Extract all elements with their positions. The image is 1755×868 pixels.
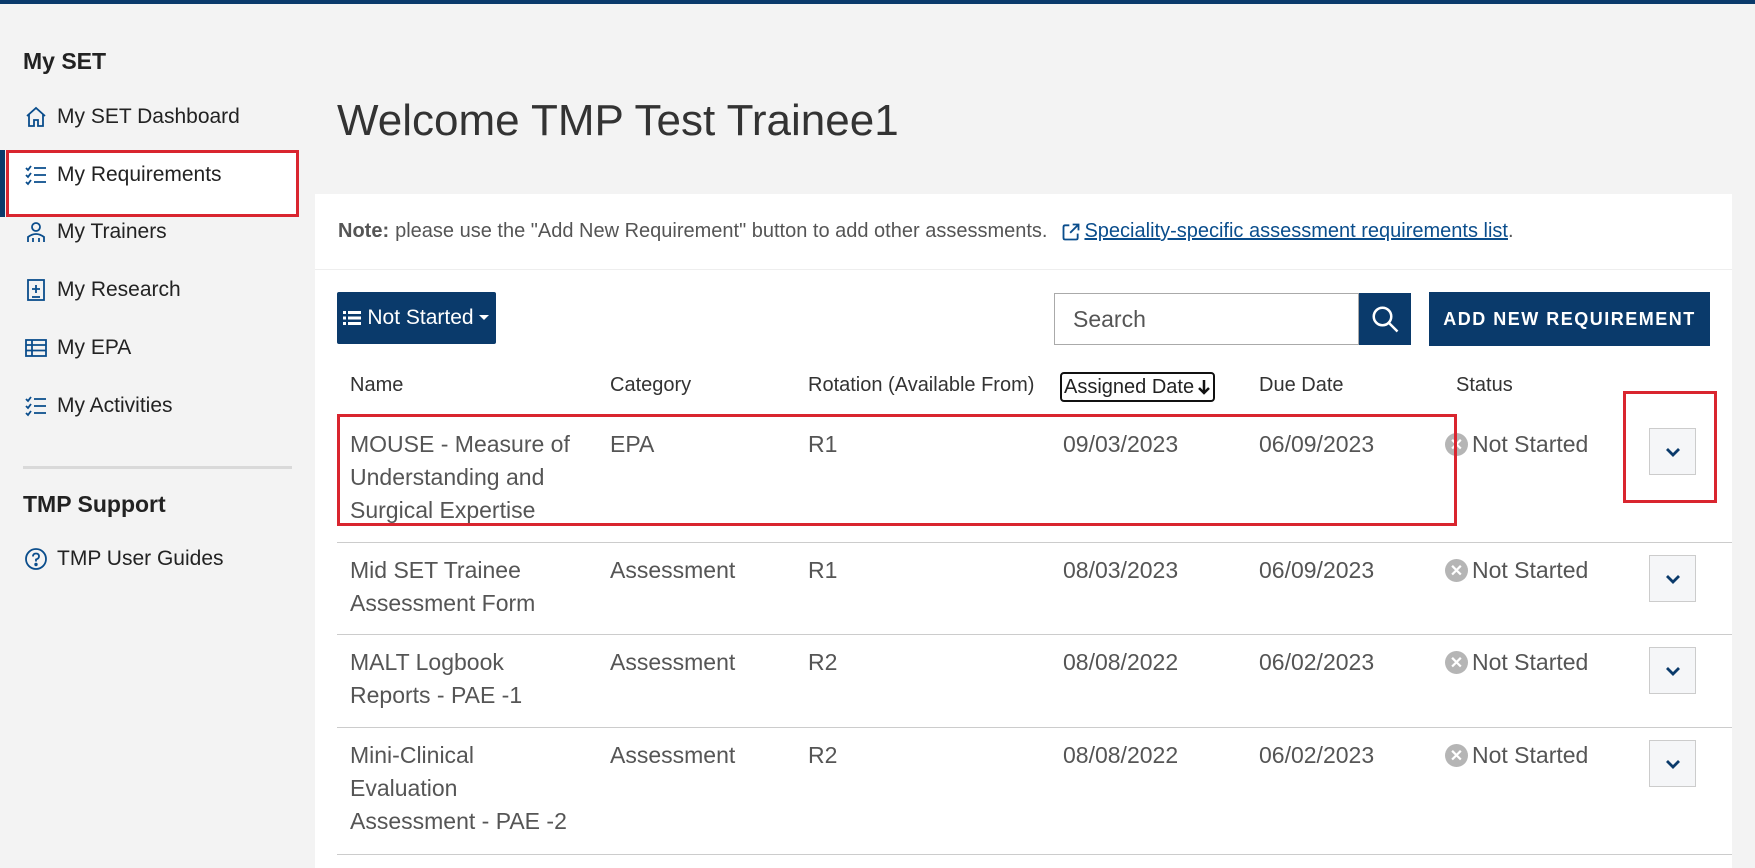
add-new-requirement-button[interactable]: ADD NEW REQUIREMENT [1429,292,1710,346]
status-badge: ✕ Not Started [1445,646,1588,679]
status-text: Not Started [1472,431,1589,457]
sidebar-item-label: My Trainers [57,220,167,243]
column-header-label: Assigned Date [1064,375,1195,398]
column-header-rotation[interactable]: Rotation (Available From) [808,374,1034,397]
chevron-down-icon [1665,666,1680,676]
sidebar-item-label: My SET Dashboard [57,105,240,128]
sidebar-item-label: My Requirements [57,163,222,186]
column-header-assigned-date[interactable]: Assigned Date [1060,372,1215,402]
filter-label: Not Started [367,306,474,329]
not-started-x-icon: ✕ [1445,744,1468,767]
checklist-icon [23,162,49,188]
help-circle-icon [23,546,49,572]
page-title: Welcome TMP Test Trainee1 [337,96,899,145]
search-placeholder: Search [1073,305,1146,332]
cell-assigned-date: 08/08/2022 [1063,742,1179,768]
not-started-x-icon: ✕ [1445,651,1468,674]
expand-highlight-box [1623,391,1717,503]
sidebar-item-trainers[interactable]: My Trainers [23,212,167,252]
row-divider [337,854,1732,855]
sidebar: My SET My SET Dashboard My Requirements … [0,0,300,868]
cell-assigned-date: 08/03/2023 [1063,557,1179,583]
sidebar-item-epa[interactable]: My EPA [23,328,131,368]
sidebar-item-dashboard[interactable]: My SET Dashboard [23,97,240,137]
cell-category: Assessment [610,649,736,675]
status-text: Not Started [1472,557,1589,583]
chevron-down-icon [1665,574,1680,584]
column-header-status[interactable]: Status [1456,374,1513,397]
search-icon [1372,306,1399,333]
status-badge: ✕ Not Started [1445,739,1588,772]
row-highlight-box [337,414,1457,526]
cell-name: Mini-Clinical Evaluation Assessment - PA… [350,739,590,838]
checklist-icon [23,393,49,419]
cell-due-date: 06/02/2023 [1259,649,1375,675]
status-badge: ✕ Not Started [1445,428,1588,461]
sidebar-item-label: My Research [57,278,181,301]
note-bar: Note: please use the "Add New Requiremen… [315,194,1732,270]
sidebar-divider [23,466,292,469]
name-line: Evaluation [350,775,458,801]
not-started-x-icon: ✕ [1445,559,1468,582]
sidebar-section-title: TMP Support [23,491,166,517]
link-text: Speciality-specific assessment requireme… [1084,220,1508,242]
sidebar-item-label: My Activities [57,394,173,417]
row-divider [337,634,1732,635]
sidebar-item-requirements[interactable]: My Requirements [23,155,222,195]
cell-rotation: R2 [808,742,838,768]
note-label: Note: [338,220,390,242]
home-icon [23,104,49,130]
row-divider [337,727,1732,728]
sidebar-item-label: My EPA [57,336,132,359]
name-line: Mid SET Trainee [350,557,521,583]
expand-row-button[interactable] [1649,555,1696,602]
external-link-icon [1063,223,1080,240]
column-header-category[interactable]: Category [610,374,691,397]
status-filter-dropdown[interactable]: Not Started [337,292,496,344]
note-period: . [1507,220,1514,242]
search-input[interactable]: Search [1054,293,1359,345]
requirements-panel: Note: please use the "Add New Requiremen… [315,194,1732,868]
note-text: please use the "Add New Requirement" but… [395,220,1048,242]
speciality-requirements-link[interactable]: Speciality-specific assessment requireme… [1061,220,1508,243]
sidebar-item-label: TMP User Guides [57,547,224,570]
list-icon [343,311,362,325]
cell-due-date: 06/02/2023 [1259,742,1375,768]
cell-rotation: R1 [808,557,838,583]
status-badge: ✕ Not Started [1445,554,1588,587]
cell-category: Assessment [610,557,736,583]
document-plus-icon [23,277,49,303]
sort-down-arrow-icon [1198,380,1210,395]
name-line: Assessment Form [350,590,536,616]
active-indicator [0,150,5,217]
cell-assigned-date: 08/08/2022 [1063,649,1179,675]
chevron-down-icon [1665,759,1680,769]
status-text: Not Started [1472,742,1589,768]
sidebar-section-title: My SET [23,48,107,74]
expand-row-button[interactable] [1649,740,1696,787]
table-icon [23,335,49,361]
search-button[interactable] [1359,293,1411,345]
cell-rotation: R2 [808,649,838,675]
cell-category: Assessment [610,742,736,768]
name-line: Mini-Clinical [350,742,474,768]
caret-down-icon [478,315,489,320]
sidebar-item-activities[interactable]: My Activities [23,386,173,426]
sidebar-item-user-guides[interactable]: TMP User Guides [23,539,224,579]
name-line: MALT Logbook [350,649,504,675]
sidebar-item-research[interactable]: My Research [23,270,181,310]
cell-name: MALT Logbook Reports - PAE -1 [350,646,590,712]
users-icon [23,219,49,245]
column-header-due-date[interactable]: Due Date [1259,374,1344,397]
status-text: Not Started [1472,649,1589,675]
row-divider [337,542,1732,543]
name-line: Reports - PAE -1 [350,682,523,708]
cell-name: Mid SET Trainee Assessment Form [350,554,590,620]
expand-row-button[interactable] [1649,647,1696,694]
column-header-name[interactable]: Name [350,374,403,397]
name-line: Assessment - PAE -2 [350,808,567,834]
cell-due-date: 06/09/2023 [1259,557,1375,583]
